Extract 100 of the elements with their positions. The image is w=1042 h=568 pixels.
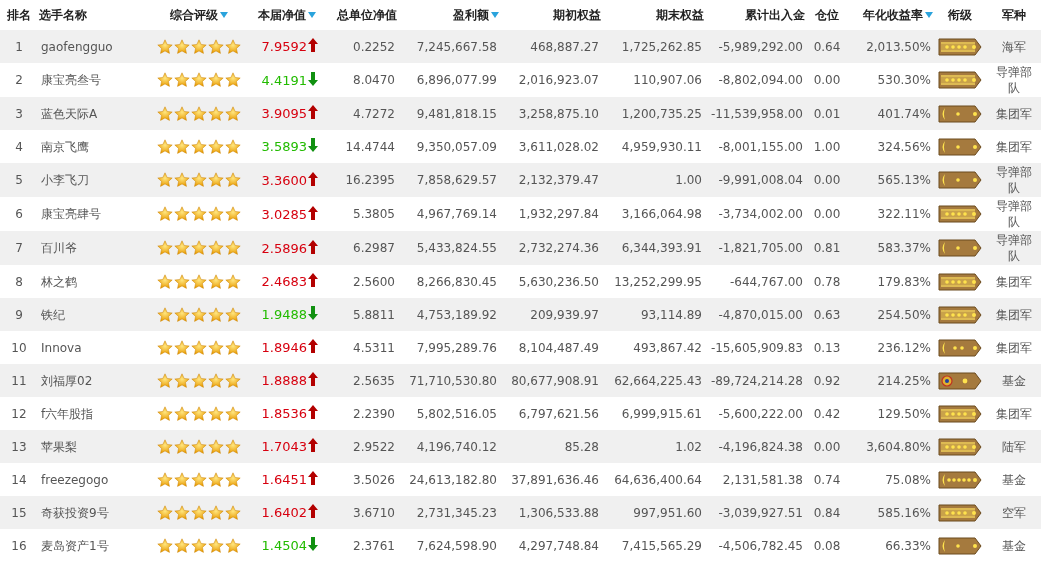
net-value: 3.9095 bbox=[261, 106, 307, 121]
profit-cell: 4,967,769.14 bbox=[398, 197, 500, 231]
cumulative-flow-cell: -15,605,909.83 bbox=[705, 331, 806, 364]
annual-return-cell: 2,013.50% bbox=[848, 30, 934, 63]
position-cell: 0.13 bbox=[806, 331, 848, 364]
player-name[interactable]: 南京飞鹰 bbox=[38, 130, 150, 163]
profit-cell: 9,481,818.15 bbox=[398, 97, 500, 130]
final-equity-cell: 6,999,915.61 bbox=[602, 397, 705, 430]
sort-icon[interactable] bbox=[491, 12, 499, 18]
net-value-header[interactable]: 本届净值 bbox=[248, 0, 326, 30]
final-equity-cell: 64,636,400.64 bbox=[602, 463, 705, 496]
net-value: 1.8888 bbox=[261, 373, 307, 388]
player-name[interactable]: 百川爷 bbox=[38, 231, 150, 265]
rank-cell: 2 bbox=[0, 63, 38, 97]
annual-return-cell: 401.74% bbox=[848, 97, 934, 130]
annual-return-header[interactable]: 年化收益率 bbox=[848, 0, 934, 30]
player-name[interactable]: 蓝色天际A bbox=[38, 97, 150, 130]
player-name[interactable]: 康宝亮叁号 bbox=[38, 63, 150, 97]
profit-cell: 6,896,077.99 bbox=[398, 63, 500, 97]
army-cell: 导弹部队 bbox=[986, 163, 1041, 197]
rank-cell: 12 bbox=[0, 397, 38, 430]
cumulative-flow-cell: -5,600,222.00 bbox=[705, 397, 806, 430]
profit-cell: 4,196,740.12 bbox=[398, 430, 500, 463]
rank-cell: 1 bbox=[0, 30, 38, 63]
profit-cell: 7,245,667.58 bbox=[398, 30, 500, 63]
profit-cell: 24,613,182.80 bbox=[398, 463, 500, 496]
profit-cell: 7,995,289.76 bbox=[398, 331, 500, 364]
profit-cell: 5,802,516.05 bbox=[398, 397, 500, 430]
army-cell: 集团军 bbox=[986, 397, 1041, 430]
player-name[interactable]: 林之鹤 bbox=[38, 265, 150, 298]
final-equity-cell: 3,166,064.98 bbox=[602, 197, 705, 231]
final-equity-cell: 13,252,299.95 bbox=[602, 265, 705, 298]
initial-equity-cell: 85.28 bbox=[500, 430, 602, 463]
initial-equity-cell: 8,104,487.49 bbox=[500, 331, 602, 364]
rating-header[interactable]: 综合评级 bbox=[150, 0, 248, 30]
player-name[interactable]: gaofengguo bbox=[38, 30, 150, 63]
cumulative-flow-cell: -11,539,958.00 bbox=[705, 97, 806, 130]
unit-net-cell: 2.5635 bbox=[326, 364, 398, 397]
rank-cell: 7 bbox=[0, 231, 38, 265]
army-cell: 导弹部队 bbox=[986, 63, 1041, 97]
final-equity-cell: 110,907.06 bbox=[602, 63, 705, 97]
sort-icon[interactable] bbox=[925, 12, 933, 18]
final-equity-cell: 6,344,393.91 bbox=[602, 231, 705, 265]
rank-cell: 13 bbox=[0, 430, 38, 463]
rank-cell: 16 bbox=[0, 529, 38, 562]
player-name[interactable]: 奇获投资9号 bbox=[38, 496, 150, 529]
rank-cell: 11 bbox=[0, 364, 38, 397]
net-value: 7.9592 bbox=[261, 39, 307, 54]
position-cell: 0.00 bbox=[806, 163, 848, 197]
sort-icon[interactable] bbox=[308, 12, 316, 18]
player-name[interactable]: 小李飞刀 bbox=[38, 163, 150, 197]
position-cell: 0.00 bbox=[806, 63, 848, 97]
sort-icon[interactable] bbox=[220, 12, 228, 18]
position-cell: 0.64 bbox=[806, 30, 848, 63]
initial-equity-cell: 468,887.27 bbox=[500, 30, 602, 63]
net-value: 3.0285 bbox=[261, 206, 307, 222]
annual-return-cell: 75.08% bbox=[848, 463, 934, 496]
cumulative-flow-cell: -3,734,002.00 bbox=[705, 197, 806, 231]
profit-cell: 5,433,824.55 bbox=[398, 231, 500, 265]
player-name[interactable]: freezegogo bbox=[38, 463, 150, 496]
player-name[interactable]: 麦岛资产1号 bbox=[38, 529, 150, 562]
final-equity-header: 期末权益 bbox=[602, 0, 705, 30]
player-name[interactable]: 苹果梨 bbox=[38, 430, 150, 463]
cumulative-flow-header: 累计出入金 bbox=[705, 0, 806, 30]
player-name[interactable]: Innova bbox=[38, 331, 150, 364]
unit-net-cell: 2.9522 bbox=[326, 430, 398, 463]
profit-cell: 2,731,345.23 bbox=[398, 496, 500, 529]
net-value: 1.6451 bbox=[261, 472, 307, 487]
player-name[interactable]: 铁纪 bbox=[38, 298, 150, 331]
cumulative-flow-cell: -644,767.00 bbox=[705, 265, 806, 298]
net-value: 1.4504 bbox=[261, 538, 307, 553]
net-value: 1.8946 bbox=[261, 340, 307, 355]
position-cell: 0.74 bbox=[806, 463, 848, 496]
initial-equity-cell: 5,630,236.50 bbox=[500, 265, 602, 298]
cumulative-flow-cell: 2,131,581.38 bbox=[705, 463, 806, 496]
final-equity-cell: 93,114.89 bbox=[602, 298, 705, 331]
cumulative-flow-cell: -89,724,214.28 bbox=[705, 364, 806, 397]
army-cell: 空军 bbox=[986, 496, 1041, 529]
player-name[interactable]: 刘福厚02 bbox=[38, 364, 150, 397]
unit-net-cell: 5.8811 bbox=[326, 298, 398, 331]
final-equity-cell: 1,725,262.85 bbox=[602, 30, 705, 63]
annual-return-cell: 565.13% bbox=[848, 163, 934, 197]
profit-cell: 71,710,530.80 bbox=[398, 364, 500, 397]
annual-return-cell: 214.25% bbox=[848, 364, 934, 397]
profit-cell: 8,266,830.45 bbox=[398, 265, 500, 298]
player-name[interactable]: f六年股指 bbox=[38, 397, 150, 430]
initial-equity-header: 期初权益 bbox=[500, 0, 602, 30]
annual-return-cell: 530.30% bbox=[848, 63, 934, 97]
player-name[interactable]: 康宝亮肆号 bbox=[38, 197, 150, 231]
unit-net-cell: 4.7272 bbox=[326, 97, 398, 130]
cumulative-flow-cell: -3,039,927.51 bbox=[705, 496, 806, 529]
rank-cell: 9 bbox=[0, 298, 38, 331]
annual-return-cell: 66.33% bbox=[848, 529, 934, 562]
net-value: 2.5896 bbox=[261, 240, 307, 256]
annual-return-cell: 3,604.80% bbox=[848, 430, 934, 463]
rank-cell: 8 bbox=[0, 265, 38, 298]
unit-net-cell: 0.2252 bbox=[326, 30, 398, 63]
profit-header[interactable]: 盈利额 bbox=[398, 0, 500, 30]
rank-cell: 3 bbox=[0, 97, 38, 130]
grade-header: 衔级 bbox=[934, 0, 986, 30]
